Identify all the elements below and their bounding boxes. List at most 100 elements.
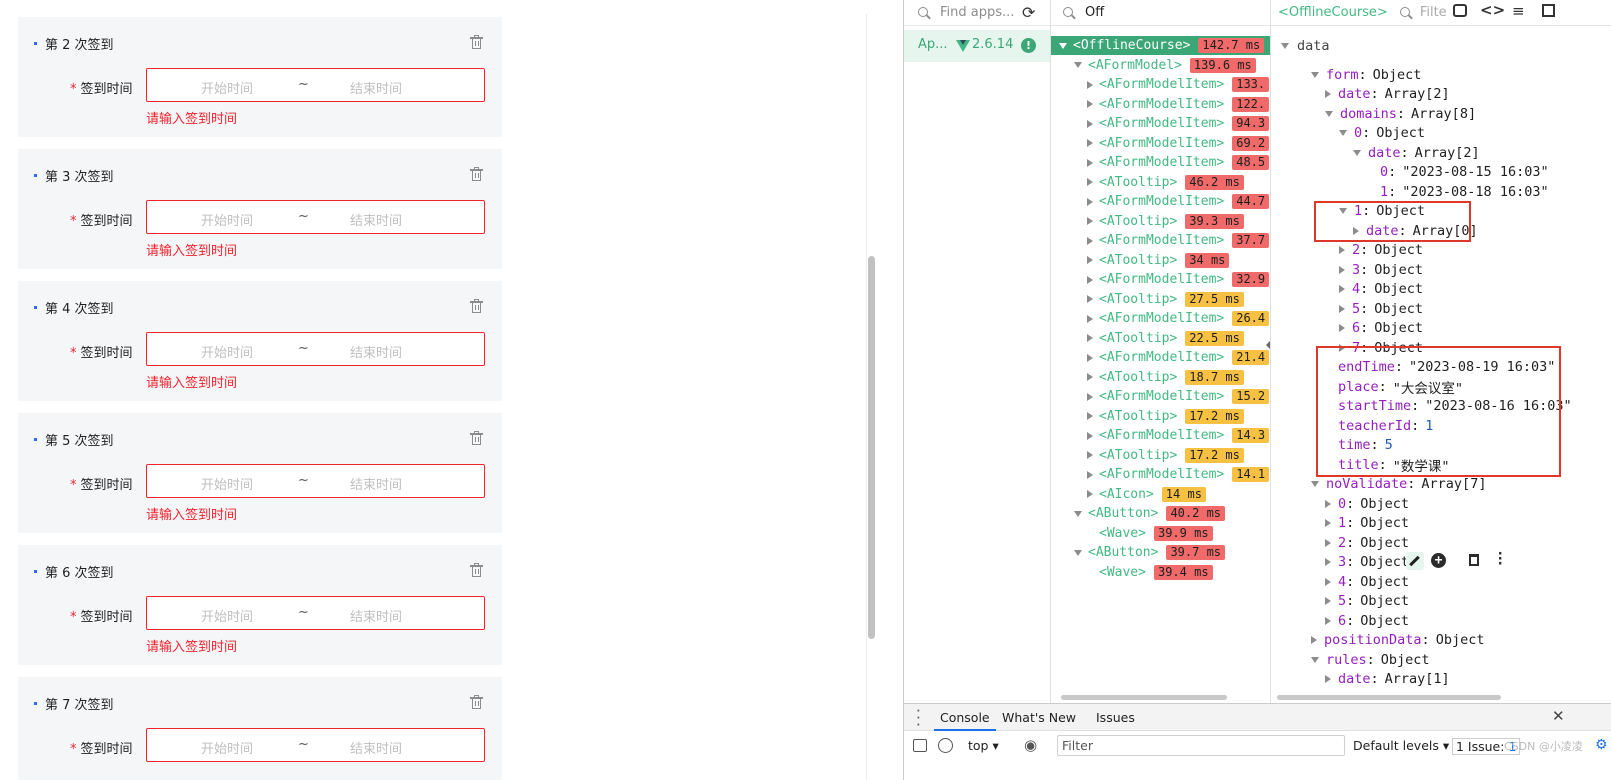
component-tree-row[interactable]: <AButton> 39.7 ms [1074, 543, 1226, 562]
start-time-input[interactable]: 开始时间 [201, 210, 253, 229]
component-tree-row[interactable]: <Wave> 39.9 ms [1087, 524, 1213, 543]
component-tree-row[interactable]: <Wave> 39.4 ms [1087, 563, 1213, 582]
component-tree-row[interactable]: <AFormModelItem> 69.2 [1087, 134, 1270, 153]
component-tree-row[interactable]: <AFormModelItem> 26.4 [1087, 309, 1270, 328]
expand-icon[interactable] [1325, 675, 1331, 683]
state-filter-input[interactable]: Filte [1420, 5, 1448, 20]
expand-icon[interactable] [1339, 265, 1345, 274]
component-tree-row[interactable]: <ATooltip> 39.3 ms [1087, 212, 1244, 231]
component-tree-row[interactable]: <ATooltip> 46.2 ms [1087, 173, 1244, 192]
component-tree-row[interactable]: <ATooltip> 22.5 ms [1087, 329, 1244, 348]
apps-search-bar[interactable]: Find apps... ⟳ [904, 0, 1050, 26]
state-property-row[interactable]: 0: Object [1325, 494, 1409, 513]
expand-icon[interactable] [1325, 558, 1331, 566]
expand-icon[interactable] [1059, 42, 1067, 49]
component-tree-row[interactable]: <AFormModelItem> 122. [1087, 95, 1270, 114]
start-time-input[interactable]: 开始时间 [201, 606, 253, 625]
state-property-row[interactable]: 6: Object [1339, 319, 1423, 338]
state-property-row[interactable]: 6: Object [1325, 611, 1409, 630]
end-time-input[interactable]: 结束时间 [350, 738, 402, 757]
refresh-icon[interactable]: ⟳ [1022, 3, 1035, 22]
checkin-time-range-picker[interactable]: 开始时间 ~ 结束时间 [146, 596, 485, 630]
eye-icon[interactable]: ◉ [1024, 736, 1037, 754]
expand-icon[interactable] [1325, 616, 1331, 625]
state-property-row[interactable]: noValidate: Array[7] [1311, 475, 1486, 494]
code-icon[interactable]: <> [1480, 1, 1505, 19]
component-tree-row[interactable]: <ATooltip> 27.5 ms [1087, 290, 1244, 309]
component-tree-row[interactable]: <AFormModelItem> 14.1 [1087, 465, 1270, 484]
clear-console-icon[interactable] [938, 738, 953, 753]
end-time-input[interactable]: 结束时间 [350, 210, 402, 229]
page-scrollbar[interactable] [868, 256, 875, 639]
state-property-row[interactable]: 4: Object [1339, 280, 1423, 299]
end-time-input[interactable]: 结束时间 [350, 78, 402, 97]
expand-icon[interactable] [1339, 304, 1345, 313]
state-property-row[interactable]: 2: Object [1339, 241, 1423, 260]
delete-checkin-icon[interactable] [470, 563, 483, 577]
state-property-row[interactable]: 1: "2023-08-18 16:03" [1367, 182, 1549, 201]
delete-icon[interactable] [1469, 554, 1479, 566]
expand-icon[interactable] [1087, 80, 1093, 89]
start-time-input[interactable]: 开始时间 [201, 78, 253, 97]
expand-icon[interactable] [1087, 178, 1093, 186]
state-property-row[interactable]: date: Array[1] [1325, 670, 1450, 689]
tree-horizontal-scrollbar[interactable] [1061, 695, 1227, 700]
component-tree-row[interactable]: <ATooltip> 17.2 ms [1087, 446, 1244, 465]
component-tree-row[interactable]: <AIcon> 14 ms [1087, 485, 1206, 504]
tree-search-bar[interactable]: Off [1051, 0, 1270, 26]
expand-icon[interactable] [1325, 538, 1331, 547]
state-property-row[interactable]: 5: Object [1339, 299, 1423, 318]
state-property-row[interactable]: date: Array[2] [1353, 143, 1480, 162]
close-drawer-icon[interactable]: ✕ [1552, 707, 1565, 725]
expand-icon[interactable] [1087, 295, 1093, 303]
component-tree-row[interactable]: <AFormModelItem> 37.7 [1087, 231, 1270, 250]
screenshot-icon[interactable] [1453, 4, 1467, 17]
component-tree-row[interactable]: <AFormModelItem> 15.2 [1087, 387, 1270, 406]
tree-search-input[interactable]: Off [1085, 5, 1104, 20]
expand-icon[interactable] [1087, 451, 1093, 459]
expand-icon[interactable] [1087, 353, 1093, 362]
expand-icon[interactable] [1325, 577, 1331, 586]
log-levels-dropdown[interactable]: Default levels ▾ [1353, 738, 1449, 753]
expand-icon[interactable] [1087, 217, 1093, 225]
edit-icon[interactable] [1406, 552, 1424, 570]
delete-checkin-icon[interactable] [470, 431, 483, 445]
expand-icon[interactable] [1087, 236, 1093, 245]
expand-icon[interactable] [1087, 275, 1093, 284]
state-property-row[interactable]: date: Array[2] [1325, 85, 1450, 104]
expand-icon[interactable] [1353, 149, 1361, 156]
expand-icon[interactable] [1311, 636, 1317, 644]
state-property-row[interactable]: 0: Object [1339, 124, 1425, 143]
apps-search-input[interactable]: Find apps... [940, 5, 1014, 20]
component-tree-row[interactable]: <AButton> 40.2 ms [1074, 504, 1226, 523]
state-horizontal-scrollbar[interactable] [1277, 695, 1501, 700]
state-property-row[interactable]: 3: Object [1325, 553, 1409, 572]
start-time-input[interactable]: 开始时间 [201, 342, 253, 361]
start-time-input[interactable]: 开始时间 [201, 474, 253, 493]
component-tree-row[interactable]: <AFormModelItem> 44.7 [1087, 192, 1270, 211]
drawer-menu-icon[interactable]: · · · [916, 704, 921, 733]
component-tree-row[interactable]: <AFormModelItem> 14.3 [1087, 426, 1270, 445]
component-tree-row[interactable]: <AFormModelItem> 32.9 [1087, 270, 1270, 289]
end-time-input[interactable]: 结束时间 [350, 606, 402, 625]
checkin-time-range-picker[interactable]: 开始时间 ~ 结束时间 [146, 68, 485, 102]
expand-icon[interactable] [1087, 314, 1093, 323]
state-property-row[interactable]: 5: Object [1325, 592, 1409, 611]
expand-icon[interactable] [1325, 90, 1331, 98]
checkin-time-range-picker[interactable]: 开始时间 ~ 结束时间 [146, 464, 485, 498]
state-property-row[interactable]: positionData: Object [1311, 631, 1484, 650]
state-property-row[interactable]: 1: Object [1325, 514, 1409, 533]
tab-whats-new[interactable]: What's New [1002, 710, 1076, 725]
expand-icon[interactable] [1311, 656, 1319, 663]
expand-icon[interactable] [1311, 481, 1319, 487]
delete-checkin-icon[interactable] [470, 35, 483, 49]
state-property-row[interactable]: 4: Object [1325, 572, 1409, 591]
expand-icon[interactable] [1087, 490, 1093, 498]
state-property-row[interactable]: rules: Object [1311, 650, 1430, 669]
expand-icon[interactable] [1325, 519, 1331, 527]
component-tree-row[interactable]: <ATooltip> 18.7 ms [1087, 368, 1244, 387]
context-selector[interactable]: top ▾ [968, 738, 999, 753]
expand-icon[interactable] [1087, 256, 1093, 264]
component-tree-row[interactable]: <AFormModelItem> 133. [1087, 75, 1270, 94]
expand-icon[interactable] [1087, 139, 1093, 147]
